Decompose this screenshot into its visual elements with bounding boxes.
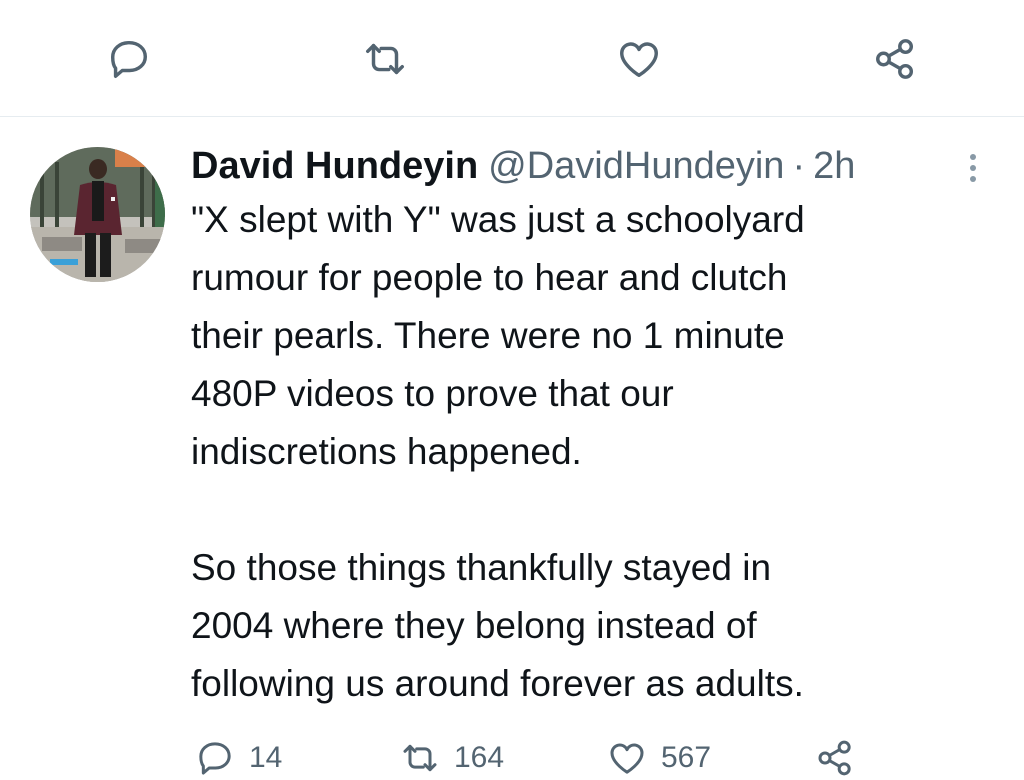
tweet-text-line: indiscretions happened. [191,431,582,472]
heart-icon [620,42,658,78]
top-like-button[interactable] [614,34,664,84]
tweet-text-line: 480P videos to prove that our [191,373,674,414]
more-dot [970,176,976,182]
tweet-text-line: 2004 where they belong instead of [191,605,757,646]
reply-icon [199,742,231,775]
share-button[interactable] [815,736,855,780]
heart-icon [610,743,644,774]
tweet-action-bar: 14 164 567 [0,732,1024,780]
retweet-icon [366,43,404,75]
tweet-text-line: their pearls. There were no 1 minute [191,315,785,356]
author-avatar[interactable] [30,147,165,282]
more-dot [970,165,976,171]
retweet-icon [403,744,437,772]
previous-tweet-action-bar [0,0,1024,117]
author-handle[interactable]: @DavidHundeyin [488,140,784,192]
tweet-text-line: following us around forever as adults. [191,663,804,704]
reply-icon [110,40,148,78]
retweet-count: 164 [454,741,505,774]
top-reply-button[interactable] [104,34,154,84]
tweet-header: David Hundeyin @DavidHundeyin · 2h [191,140,855,192]
share-icon [876,39,914,79]
reply-count: 14 [249,741,283,774]
tweet-text-line: rumour for people to hear and clutch [191,257,788,298]
like-button[interactable]: 567 [607,736,711,780]
author-display-name[interactable]: David Hundeyin [191,140,478,192]
tweet-text-line: "X slept with Y" was just a schoolyard [191,199,805,240]
tweet-timestamp[interactable]: 2h [813,140,855,192]
tweet-text: "X slept with Y" was just a schoolyard r… [191,191,991,713]
top-share-button[interactable] [870,34,920,84]
like-count: 567 [661,741,712,774]
header-separator: · [792,145,806,187]
reply-button[interactable]: 14 [195,736,282,780]
top-retweet-button[interactable] [360,34,410,84]
retweet-button[interactable]: 164 [400,736,504,780]
share-icon [818,740,851,776]
more-options-button[interactable] [958,148,988,188]
avatar-photo [30,147,165,282]
tweet-text-line: So those things thankfully stayed in [191,547,772,588]
more-dot [970,154,976,160]
